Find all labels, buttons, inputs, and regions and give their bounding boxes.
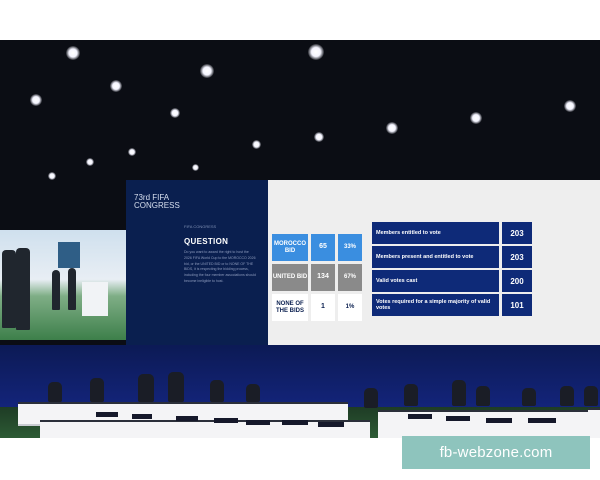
nameplate: [446, 416, 470, 421]
delegate-desk: [588, 408, 600, 438]
delegate: [48, 382, 62, 402]
ceiling-light: [66, 46, 80, 60]
delegate: [522, 388, 536, 406]
nameplate: [486, 418, 512, 423]
ceiling-light: [30, 94, 42, 106]
bid-percent: 33%: [338, 234, 362, 261]
stat-value: 203: [502, 222, 532, 244]
delegate: [404, 384, 418, 406]
delegate: [476, 386, 490, 406]
delegate: [138, 374, 154, 402]
bid-votes: 1: [311, 294, 335, 321]
video-screen: [0, 230, 126, 340]
bid-name: MOROCCO BID: [272, 234, 308, 261]
ceiling-light: [386, 122, 398, 134]
ceiling-light: [564, 100, 576, 112]
stat-label: Valid votes cast: [372, 270, 499, 292]
congress-logo: 73rd FIFA CONGRESS: [134, 193, 180, 210]
ceiling-light: [200, 64, 214, 78]
video-person: [52, 270, 60, 310]
delegate: [452, 380, 466, 406]
results-screen: 73rd FIFA CONGRESS FIFA CONGRESS QUESTIO…: [126, 180, 600, 345]
nameplate: [528, 418, 556, 423]
ceiling-light: [170, 108, 180, 118]
video-person: [16, 248, 30, 330]
bid-percent: 67%: [338, 264, 362, 291]
delegate: [560, 386, 574, 406]
delegate: [584, 386, 598, 406]
nameplate: [132, 414, 152, 419]
bid-votes: 134: [311, 264, 335, 291]
question-tag: FIFA CONGRESS: [184, 224, 217, 229]
bid-percent: 1%: [338, 294, 362, 321]
nameplate: [96, 412, 118, 417]
ceiling-light: [86, 158, 94, 166]
stat-label: Votes required for a simple majority of …: [372, 294, 499, 316]
stat-label: Members entitled to vote: [372, 222, 499, 244]
ceiling-light: [308, 44, 324, 60]
nameplate: [246, 420, 270, 425]
results-left-panel: 73rd FIFA CONGRESS FIFA CONGRESS QUESTIO…: [126, 180, 268, 345]
stat-label: Members present and entitled to vote: [372, 246, 499, 268]
nameplate: [408, 414, 432, 419]
congress-hall-photo: 73rd FIFA CONGRESS FIFA CONGRESS QUESTIO…: [0, 40, 600, 438]
delegate: [210, 380, 224, 402]
video-person: [68, 268, 76, 310]
delegate: [364, 388, 378, 408]
ceiling-light: [252, 140, 261, 149]
stat-value: 200: [502, 270, 532, 292]
ceiling-light: [314, 132, 324, 142]
video-podium: [82, 282, 108, 316]
ceiling-light: [48, 172, 56, 180]
watermark: fb-webzone.com: [402, 436, 590, 469]
bid-name: UNITED BID: [272, 264, 308, 291]
bid-votes: 65: [311, 234, 335, 261]
video-backdrop-panel: [58, 242, 80, 268]
ceiling-light: [128, 148, 136, 156]
ceiling-light: [470, 112, 482, 124]
stat-value: 203: [502, 246, 532, 268]
nameplate: [176, 416, 198, 421]
delegate: [246, 384, 260, 402]
question-title: QUESTION: [184, 237, 229, 246]
ceiling-light: [110, 80, 122, 92]
video-person: [2, 250, 16, 328]
delegate: [168, 372, 184, 402]
ceiling-light: [192, 164, 199, 171]
stat-value: 101: [502, 294, 532, 316]
nameplate: [318, 422, 344, 427]
nameplate: [282, 420, 308, 425]
bid-name: NONE OF THE BIDS: [272, 294, 308, 321]
nameplate: [214, 418, 238, 423]
question-text: Do you want to award the right to host t…: [184, 250, 256, 283]
delegate: [90, 378, 104, 402]
